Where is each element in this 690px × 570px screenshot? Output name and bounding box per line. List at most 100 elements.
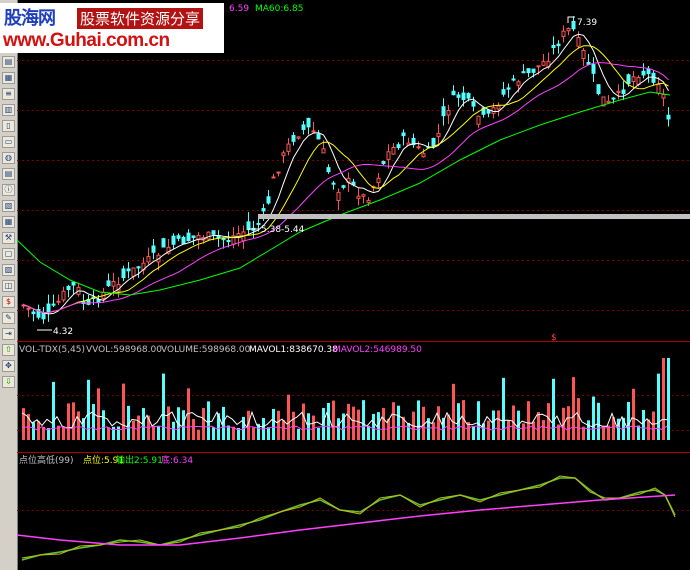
candle bbox=[506, 83, 511, 98]
volume-bar bbox=[117, 426, 120, 440]
candle bbox=[391, 143, 396, 155]
candle bbox=[266, 190, 271, 205]
volume-bar bbox=[667, 358, 670, 440]
candle bbox=[36, 304, 41, 320]
candle bbox=[286, 138, 291, 156]
volume-bar bbox=[287, 394, 290, 440]
candle bbox=[206, 231, 211, 240]
candle bbox=[251, 220, 256, 239]
stock-chart-canvas[interactable]: 6.59 MA60:6.85 7.39 4.32 5.38-5.44 $ VOL… bbox=[0, 0, 690, 570]
volume-bar bbox=[142, 408, 145, 440]
volume-bar bbox=[592, 396, 595, 440]
candle bbox=[21, 303, 26, 309]
mavol1-value: MAVOL1:838670.38 bbox=[249, 345, 338, 355]
volume-bar bbox=[477, 401, 480, 440]
candle bbox=[301, 120, 306, 135]
candle bbox=[246, 212, 251, 236]
candle bbox=[551, 36, 556, 55]
candle bbox=[271, 173, 276, 179]
indicator-base-value: 底:6.34 bbox=[161, 454, 193, 466]
candle bbox=[586, 54, 591, 66]
candle bbox=[356, 188, 361, 206]
candle bbox=[41, 307, 46, 324]
volume-bar bbox=[282, 420, 285, 440]
candle bbox=[241, 225, 246, 250]
volume-bar bbox=[67, 403, 70, 440]
candle bbox=[296, 136, 301, 140]
watermark-site-name: 股海网 bbox=[4, 8, 56, 29]
volume-bar bbox=[437, 406, 440, 440]
volume-bar bbox=[332, 400, 335, 440]
candle bbox=[616, 84, 621, 100]
indicator-base-line bbox=[16, 494, 676, 546]
volume-bar bbox=[297, 428, 300, 440]
volume-bar bbox=[552, 378, 555, 440]
candle bbox=[561, 25, 566, 43]
volume-bar bbox=[527, 401, 530, 440]
volume-bar bbox=[302, 403, 305, 440]
indicator-output-value: 输出2:5.91 bbox=[116, 454, 163, 466]
volume-bar bbox=[337, 418, 340, 440]
volume-bar bbox=[37, 420, 40, 440]
candle bbox=[126, 262, 131, 279]
volume-bar bbox=[657, 373, 660, 440]
candle bbox=[361, 193, 366, 204]
candle bbox=[606, 95, 611, 104]
volume-bar bbox=[227, 425, 230, 440]
indicator-name[interactable]: 点位高低(99) bbox=[19, 454, 73, 466]
volume-bar bbox=[307, 413, 310, 440]
volume-bar bbox=[632, 388, 635, 440]
candle bbox=[26, 307, 31, 318]
volume-bar bbox=[492, 410, 495, 440]
ma60-value-label: MA60:6.85 bbox=[255, 4, 303, 14]
candle bbox=[51, 294, 56, 307]
candle bbox=[451, 85, 456, 96]
candle bbox=[76, 282, 81, 297]
volume-bar bbox=[207, 401, 210, 440]
volume-bar bbox=[252, 427, 255, 440]
volume-bar bbox=[507, 420, 510, 440]
volume-bar bbox=[432, 422, 435, 440]
candle bbox=[121, 265, 126, 282]
candle bbox=[581, 48, 586, 66]
volume-bar bbox=[572, 377, 575, 440]
candle bbox=[456, 91, 461, 107]
candle bbox=[596, 84, 601, 96]
indicator-lines bbox=[16, 475, 676, 561]
volume-bar bbox=[587, 420, 590, 440]
volume-bar bbox=[367, 425, 370, 440]
volume-bar bbox=[547, 403, 550, 440]
volume-bar bbox=[267, 427, 270, 440]
volume-bar bbox=[87, 379, 90, 440]
candle bbox=[571, 16, 576, 32]
candle bbox=[61, 286, 66, 303]
volume-bar bbox=[97, 388, 100, 440]
volume-value: VOLUME:598968.00 bbox=[161, 345, 251, 355]
scale-marker: $ bbox=[551, 333, 557, 343]
candle bbox=[181, 235, 186, 245]
volume-bar bbox=[52, 381, 55, 440]
volume-bar bbox=[212, 427, 215, 440]
candle bbox=[136, 265, 141, 278]
candle bbox=[291, 132, 296, 146]
volume-indicator-name[interactable]: VOL-TDX(5,45) bbox=[19, 345, 85, 355]
volume-bar bbox=[32, 422, 35, 440]
candle bbox=[661, 88, 666, 107]
candle bbox=[556, 40, 561, 54]
volume-bar bbox=[452, 383, 455, 440]
volume-bar bbox=[272, 408, 275, 440]
volume-bar bbox=[502, 377, 505, 440]
volume-bar bbox=[102, 410, 105, 440]
volume-bar bbox=[42, 426, 45, 440]
volume-bar bbox=[152, 425, 155, 440]
candle bbox=[311, 121, 316, 133]
candle bbox=[146, 247, 151, 265]
volume-bar bbox=[317, 427, 320, 440]
volume-bar bbox=[172, 421, 175, 440]
volume-bar bbox=[122, 383, 125, 440]
volume-bar bbox=[327, 402, 330, 440]
candle bbox=[526, 68, 531, 78]
candle bbox=[276, 171, 281, 177]
volume-bar bbox=[397, 405, 400, 440]
candle bbox=[151, 238, 156, 260]
